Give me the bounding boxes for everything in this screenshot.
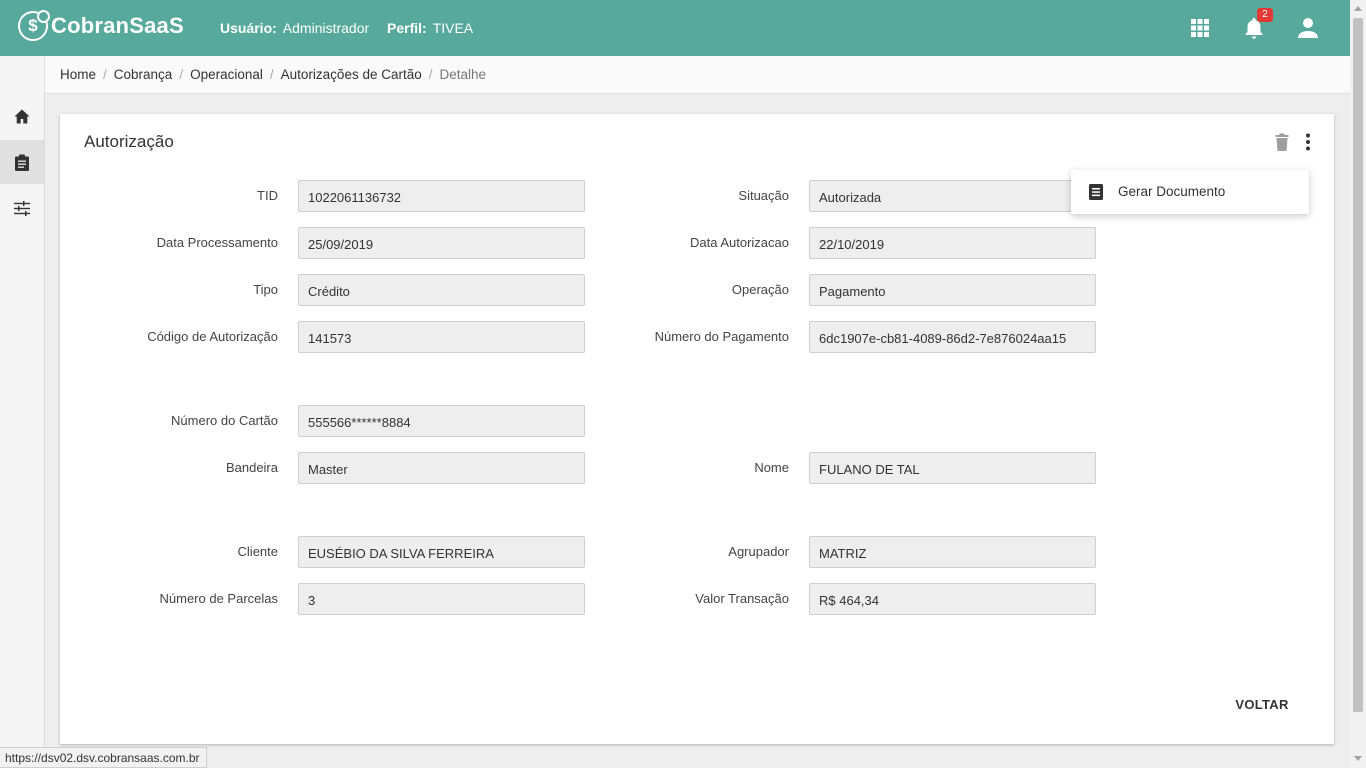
card-title: Autorização — [84, 132, 174, 151]
sidebar-item-home[interactable] — [0, 94, 44, 138]
top-app-bar: $ CobranSaaS Usuário: Administrador Perf… — [0, 0, 1350, 56]
numero-cartao-label: Número do Cartão — [171, 413, 278, 428]
bandeira-field[interactable]: Master — [298, 452, 585, 484]
codigo-autorizacao-field[interactable]: 141573 — [298, 321, 585, 353]
breadcrumb-separator: / — [103, 67, 107, 82]
data-processamento-field[interactable]: 25/09/2019 — [298, 227, 585, 259]
bandeira-label: Bandeira — [225, 460, 278, 475]
nome-field[interactable]: FULANO DE TAL — [809, 452, 1096, 484]
clipboard-icon — [15, 154, 29, 171]
agrupador-label: Agrupador — [728, 544, 789, 559]
profile-value: TIVEA — [432, 20, 474, 36]
menu-item-label: Gerar Documento — [1118, 184, 1226, 199]
back-button[interactable]: VOLTAR — [1224, 690, 1300, 718]
page-scrollbar[interactable] — [1350, 0, 1366, 768]
breadcrumb-cobranca[interactable]: Cobrança — [114, 67, 173, 82]
logo-coin-icon: $ — [18, 10, 50, 41]
breadcrumb-separator: / — [179, 67, 184, 82]
numero-pagamento-label: Número do Pagamento — [654, 329, 789, 344]
logo-text: CobranSaaS — [51, 13, 184, 38]
home-icon — [14, 109, 30, 123]
situacao-field[interactable]: Autorizada — [809, 180, 1096, 212]
numero-parcelas-label: Número de Parcelas — [159, 591, 279, 606]
breadcrumb: Home / Cobrança / Operacional / Autoriza… — [60, 67, 486, 82]
breadcrumb-current: Detalhe — [439, 67, 487, 82]
tid-field[interactable]: 1022061136732 — [298, 180, 585, 212]
breadcrumb-separator: / — [269, 67, 274, 82]
browser-status-url: https://dsv02.dsv.cobransaas.com.br — [0, 747, 207, 768]
cliente-label: Cliente — [237, 544, 278, 559]
menu-item-gerar-documento[interactable]: Gerar Documento — [1071, 170, 1309, 214]
breadcrumb-separator: / — [428, 67, 433, 82]
profile-info: Perfil: TIVEA — [387, 20, 473, 36]
breadcrumb-autorizacoes[interactable]: Autorizações de Cartão — [281, 67, 422, 82]
data-autorizacao-field[interactable]: 22/10/2019 — [809, 227, 1096, 259]
breadcrumb-operacional[interactable]: Operacional — [190, 67, 263, 82]
data-processamento-label: Data Processamento — [156, 235, 278, 250]
sidebar-item-settings[interactable] — [0, 186, 44, 230]
operacao-field[interactable]: Pagamento — [809, 274, 1096, 306]
scroll-thumb[interactable] — [1353, 18, 1363, 712]
more-vertical-icon[interactable] — [1298, 132, 1318, 152]
numero-parcelas-field[interactable]: 3 — [298, 583, 585, 615]
account-icon[interactable] — [1296, 16, 1320, 40]
document-icon — [1089, 184, 1103, 200]
profile-label: Perfil: — [387, 20, 427, 36]
codigo-autorizacao-label: Código de Autorização — [147, 329, 278, 344]
sidebar — [0, 56, 45, 768]
tipo-field[interactable]: Crédito — [298, 274, 585, 306]
nome-label: Nome — [754, 460, 789, 475]
cliente-field[interactable]: EUSÉBIO DA SILVA FERREIRA — [298, 536, 585, 568]
operacao-label: Operação — [731, 282, 789, 297]
breadcrumb-home[interactable]: Home — [60, 67, 96, 82]
numero-cartao-field[interactable]: 555566******8884 — [298, 405, 585, 437]
user-info: Usuário: Administrador — [220, 20, 369, 36]
valor-transacao-field[interactable]: R$ 464,34 — [809, 583, 1096, 615]
tipo-label: Tipo — [253, 282, 278, 297]
apps-grid-icon[interactable] — [1188, 16, 1212, 40]
numero-pagamento-field[interactable]: 6dc1907e-cb81-4089-86d2-7e876024aa15 — [809, 321, 1096, 353]
tid-label: TID — [257, 188, 278, 203]
user-label: Usuário: — [220, 20, 277, 36]
agrupador-field[interactable]: MATRIZ — [809, 536, 1096, 568]
user-value: Administrador — [282, 20, 370, 36]
breadcrumb-bar: Home / Cobrança / Operacional / Autoriza… — [45, 56, 1350, 94]
notification-badge: 2 — [1257, 8, 1273, 22]
actions-menu: Gerar Documento — [1071, 170, 1309, 214]
valor-transacao-label: Valor Transação — [695, 591, 789, 606]
scroll-up-arrow-icon[interactable] — [1354, 6, 1362, 11]
app-logo[interactable]: $ CobranSaaS — [18, 10, 184, 41]
situacao-label: Situação — [738, 188, 789, 203]
data-autorizacao-label: Data Autorizacao — [689, 235, 789, 250]
sliders-icon — [14, 200, 30, 216]
sidebar-item-clipboard[interactable] — [0, 140, 44, 184]
scroll-down-arrow-icon[interactable] — [1354, 756, 1362, 761]
trash-icon[interactable] — [1272, 132, 1292, 152]
